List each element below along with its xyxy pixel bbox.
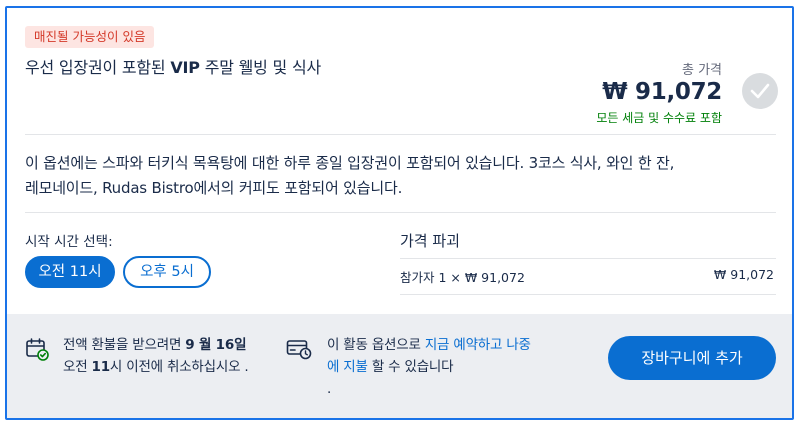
reserve-now-pay-later-text: 이 활동 옵션으로 지금 예약하고 나중에 지불 할 수 있습니다 <box>327 334 532 378</box>
price-breakdown-title: 가격 파괴 <box>400 232 460 250</box>
refund-prefix: 전액 환불을 받으려면 <box>63 337 186 353</box>
likely-to-sell-out-badge: 매진될 가능성이 있음 <box>25 26 155 48</box>
start-time-option-11am[interactable]: 오전 11시 <box>25 256 115 288</box>
free-cancellation-text: 전액 환불을 받으려면 9 월 16일오전 11시 이전에 취소하십시오 . <box>63 334 273 378</box>
option-title-bold: VIP <box>170 58 200 77</box>
price-breakdown-row-label: 참가자 1 × ₩ 91,072 <box>400 270 525 285</box>
activity-option-card: 매진될 가능성이 있음 우선 입장권이 포함된 VIP 주말 웰빙 및 식사 총… <box>5 6 794 420</box>
start-time-option-5pm[interactable]: 오후 5시 <box>123 256 211 288</box>
divider <box>400 258 776 259</box>
refund-suffix: 시 이전에 취소하십시오 . <box>109 359 249 375</box>
total-price-label: 총 가격 <box>681 63 722 78</box>
reserve-trailing-period: . <box>327 381 332 397</box>
refund-line2-prefix: 오전 <box>63 359 92 375</box>
option-description: 이 옵션에는 스파와 터키식 목욕탕에 대한 하루 종일 입장권이 포함되어 있… <box>25 154 675 197</box>
option-title-suffix: 주말 웰빙 및 식사 <box>199 58 322 77</box>
tax-included-note: 모든 세금 및 수수료 포함 <box>596 111 722 125</box>
total-price: ₩ 91,072 <box>602 79 722 105</box>
refund-date: 9 월 16일 <box>185 337 247 353</box>
calendar-check-icon <box>25 337 49 365</box>
divider <box>25 134 776 135</box>
booking-footer: 전액 환불을 받으려면 9 월 16일오전 11시 이전에 취소하십시오 . 이… <box>7 314 792 418</box>
divider <box>400 294 776 295</box>
option-title: 우선 입장권이 포함된 VIP 주말 웰빙 및 식사 <box>25 57 321 79</box>
refund-time: 11 <box>91 359 111 375</box>
option-title-prefix: 우선 입장권이 포함된 <box>25 58 171 77</box>
card-clock-icon <box>286 338 312 364</box>
add-to-cart-button[interactable]: 장바구니에 추가 <box>608 336 776 380</box>
reserve-suffix: 할 수 있습니다 <box>367 359 454 375</box>
divider <box>25 212 776 213</box>
check-icon <box>750 83 770 99</box>
select-option-check-button[interactable] <box>742 73 778 109</box>
reserve-prefix: 이 활동 옵션으로 <box>327 337 425 353</box>
start-time-label: 시작 시간 선택: <box>25 234 113 250</box>
price-breakdown-row-value: ₩ 91,072 <box>713 267 774 282</box>
